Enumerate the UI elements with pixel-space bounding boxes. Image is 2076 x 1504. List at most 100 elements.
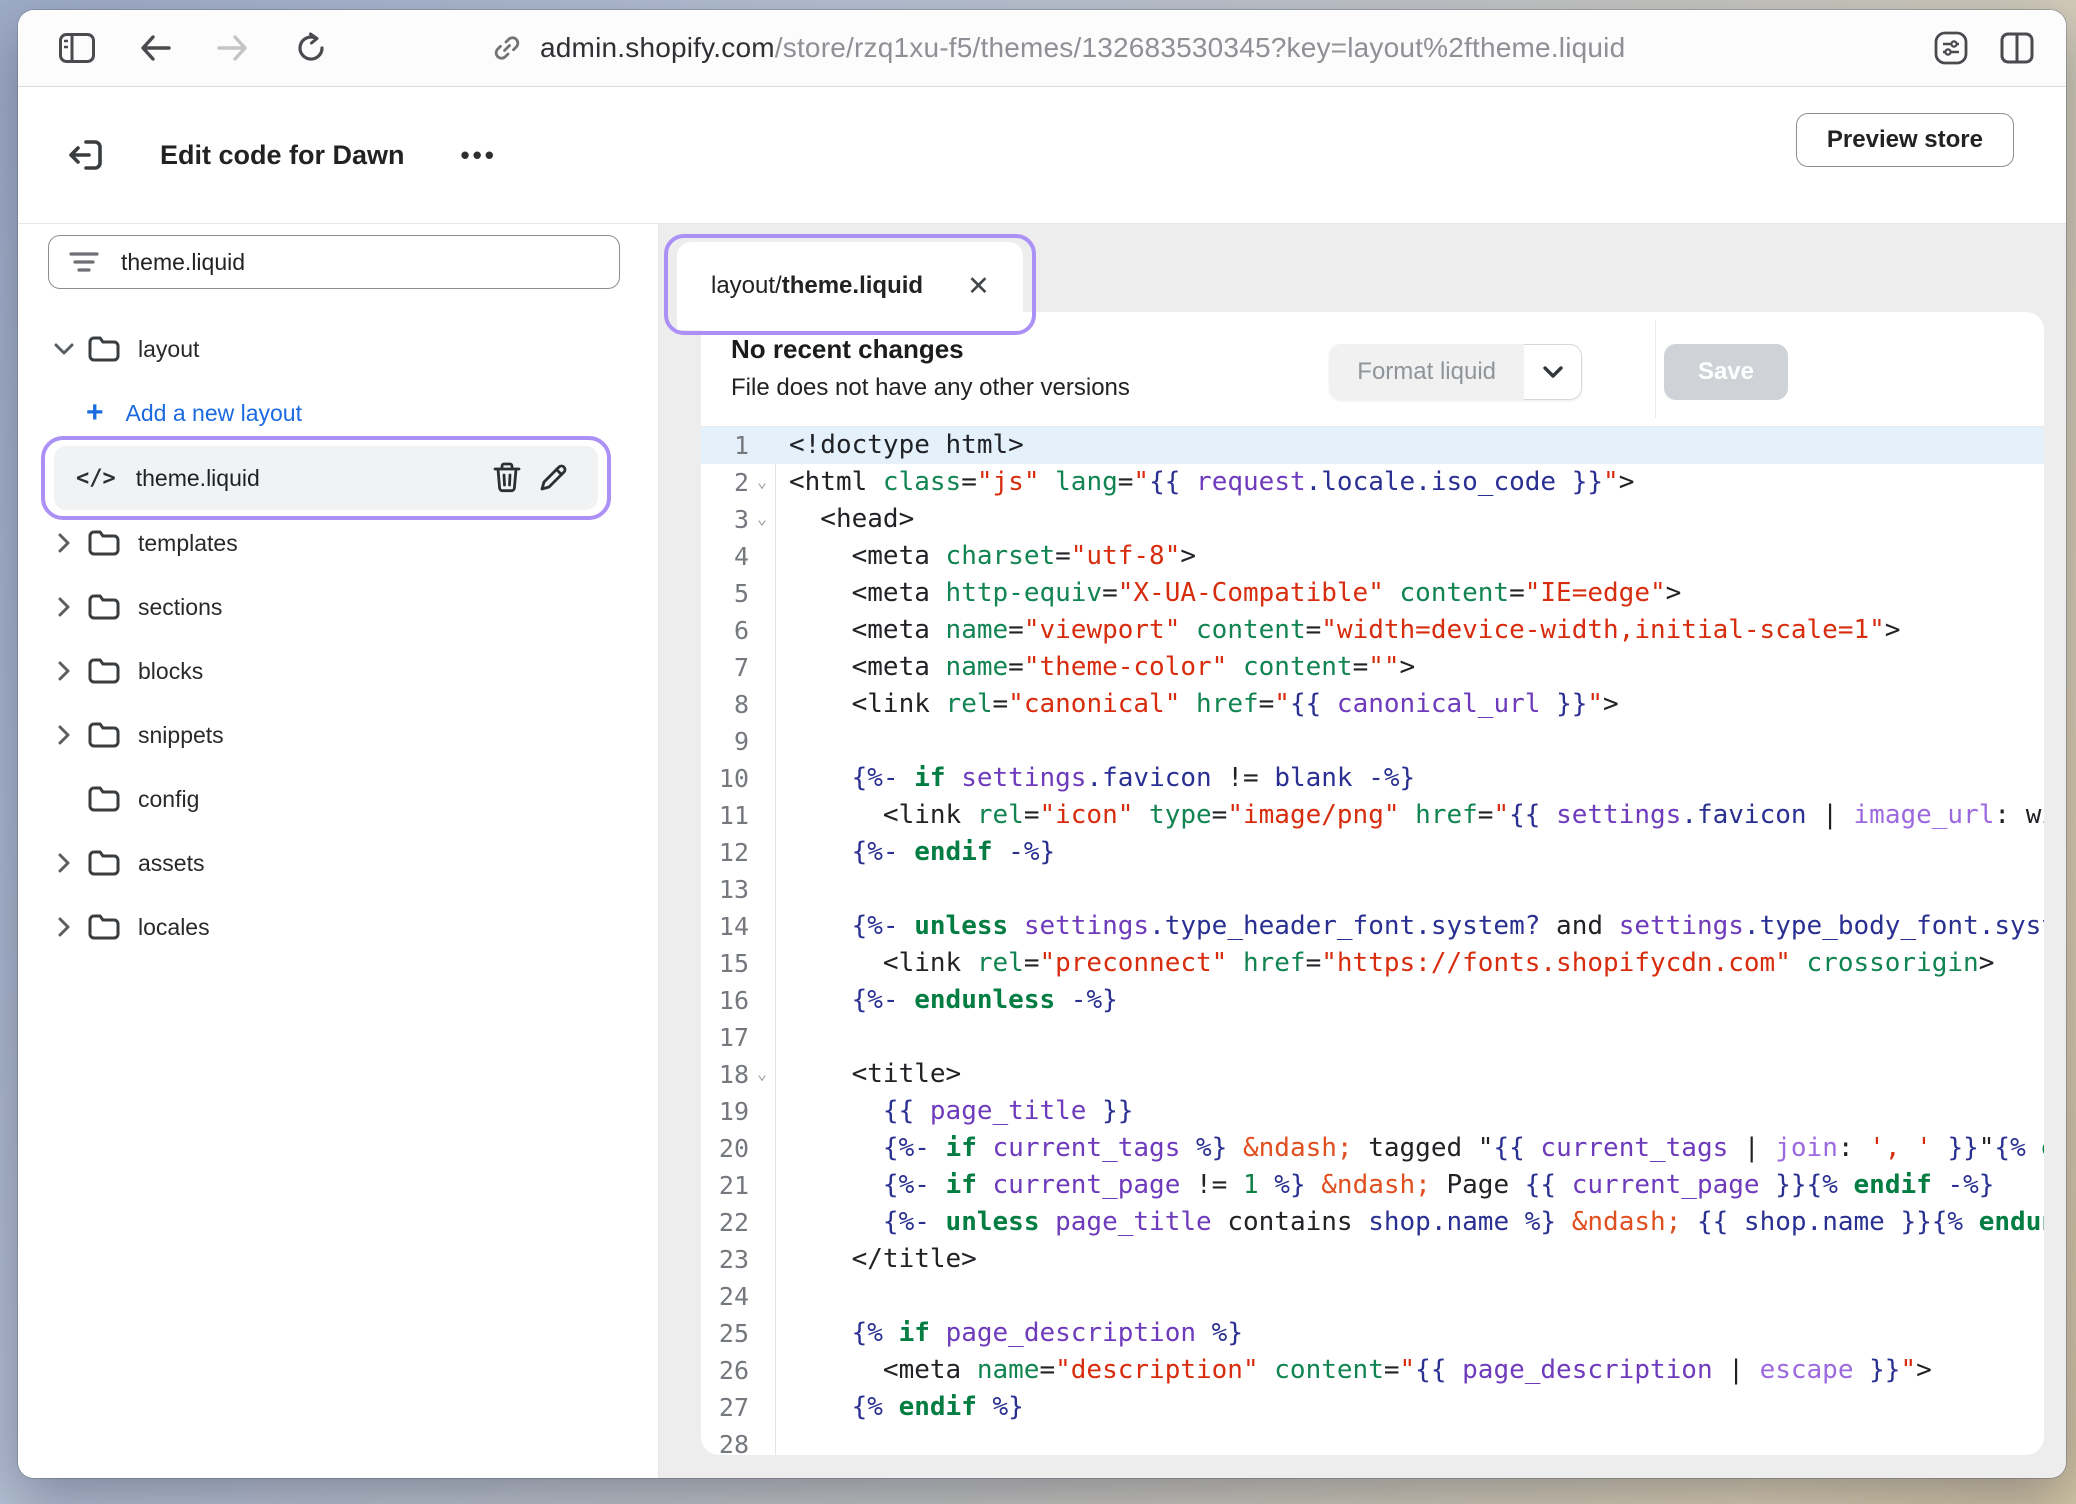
fold-chevron-icon[interactable]: ⌄: [749, 501, 775, 538]
plus-icon: +: [86, 398, 104, 428]
chevron-right-icon[interactable]: [46, 724, 82, 746]
rename-file-icon[interactable]: [530, 463, 576, 493]
code-line-16[interactable]: 16 {%- endunless -%}: [701, 982, 2044, 1019]
code-line-20[interactable]: 20 {%- if current_tags %} &ndash; tagged…: [701, 1130, 2044, 1167]
line-number: 13: [701, 871, 749, 908]
folder-icon: [82, 657, 126, 685]
line-number: 11: [701, 797, 749, 834]
page-title: Edit code for Dawn: [160, 140, 405, 171]
back-icon[interactable]: [136, 29, 174, 67]
code-text: <head>: [775, 501, 914, 538]
sidebar-item-locales[interactable]: locales: [46, 904, 630, 950]
code-line-23[interactable]: 23 </title>: [701, 1241, 2044, 1278]
code-text: {%- unless settings.type_header_font.sys…: [775, 908, 2044, 945]
preview-store-button[interactable]: Preview store: [1796, 113, 2014, 167]
fold-chevron-icon[interactable]: ⌄: [749, 464, 775, 501]
code-text: <meta charset="utf-8">: [775, 538, 1196, 575]
chevron-down-icon[interactable]: [46, 342, 82, 356]
status-title: No recent changes: [731, 334, 964, 365]
code-line-3[interactable]: 3⌄ <head>: [701, 501, 2044, 538]
fold-chevron-icon[interactable]: ⌄: [749, 1056, 775, 1093]
code-editor[interactable]: 1<!doctype html>2⌄<html class="js" lang=…: [701, 427, 2044, 1455]
code-text: <meta name="description" content="{{ pag…: [775, 1352, 1932, 1389]
link-icon: [488, 29, 526, 67]
format-liquid-button[interactable]: Format liquid: [1329, 344, 1524, 400]
code-line-25[interactable]: 25 {% if page_description %}: [701, 1315, 2044, 1352]
line-number: 20: [701, 1130, 749, 1167]
forward-icon[interactable]: [214, 29, 252, 67]
code-text: <title>: [775, 1056, 961, 1093]
code-line-24[interactable]: 24: [701, 1278, 2044, 1315]
code-line-9[interactable]: 9: [701, 723, 2044, 760]
sidebar-item-label: sections: [138, 594, 222, 621]
folder-icon: [82, 721, 126, 749]
line-number: 19: [701, 1093, 749, 1130]
code-text: <meta http-equiv="X-UA-Compatible" conte…: [775, 575, 1681, 612]
sidebar-item-label: templates: [138, 530, 238, 557]
code-line-27[interactable]: 27 {% endif %}: [701, 1389, 2044, 1426]
address-bar[interactable]: admin.shopify.com/store/rzq1xu-f5/themes…: [488, 10, 1625, 86]
code-line-1[interactable]: 1<!doctype html>: [701, 427, 2044, 464]
sidebar-item-config[interactable]: config: [46, 776, 630, 822]
split-view-icon[interactable]: [1998, 29, 2036, 67]
code-line-15[interactable]: 15 <link rel="preconnect" href="https://…: [701, 945, 2044, 982]
code-line-17[interactable]: 17: [701, 1019, 2044, 1056]
code-text: <meta name="theme-color" content="">: [775, 649, 1415, 686]
sidebar-item-label: locales: [138, 914, 210, 941]
code-line-18[interactable]: 18⌄ <title>: [701, 1056, 2044, 1093]
code-line-11[interactable]: 11 <link rel="icon" type="image/png" hre…: [701, 797, 2044, 834]
code-line-13[interactable]: 13: [701, 871, 2044, 908]
overflow-menu-button[interactable]: •••: [461, 140, 497, 171]
line-number: 10: [701, 760, 749, 797]
code-line-12[interactable]: 12 {%- endif -%}: [701, 834, 2044, 871]
code-text: {%- if current_tags %} &ndash; tagged "{…: [775, 1130, 2044, 1167]
line-number: 17: [701, 1019, 749, 1056]
sidebar-toggle-icon[interactable]: [58, 29, 96, 67]
chevron-right-icon[interactable]: [46, 596, 82, 618]
chevron-right-icon[interactable]: [46, 660, 82, 682]
line-number: 7: [701, 649, 749, 686]
code-line-5[interactable]: 5 <meta http-equiv="X-UA-Compatible" con…: [701, 575, 2044, 612]
code-line-19[interactable]: 19 {{ page_title }}: [701, 1093, 2044, 1130]
add-new-layout-link[interactable]: + Add a new layout: [46, 390, 630, 436]
file-tree: layout + Add a new layout </> theme.liqu…: [18, 289, 658, 950]
file-search-input[interactable]: theme.liquid: [48, 235, 620, 289]
chevron-right-icon[interactable]: [46, 852, 82, 874]
code-line-21[interactable]: 21 {%- if current_page != 1 %} &ndash; P…: [701, 1167, 2044, 1204]
save-button[interactable]: Save: [1664, 344, 1788, 400]
exit-editor-icon[interactable]: [62, 132, 108, 178]
sidebar-item-snippets[interactable]: snippets: [46, 712, 630, 758]
code-line-14[interactable]: 14 {%- unless settings.type_header_font.…: [701, 908, 2044, 945]
code-line-2[interactable]: 2⌄<html class="js" lang="{{ request.loca…: [701, 464, 2044, 501]
code-line-10[interactable]: 10 {%- if settings.favicon != blank -%}: [701, 760, 2044, 797]
code-line-7[interactable]: 7 <meta name="theme-color" content="">: [701, 649, 2044, 686]
delete-file-icon[interactable]: [484, 462, 530, 494]
code-line-26[interactable]: 26 <meta name="description" content="{{ …: [701, 1352, 2044, 1389]
line-number: 12: [701, 834, 749, 871]
sidebar-item-sections[interactable]: sections: [46, 584, 630, 630]
folder-icon: [82, 593, 126, 621]
format-dropdown-button[interactable]: [1524, 344, 1582, 400]
chevron-right-icon[interactable]: [46, 916, 82, 938]
code-line-4[interactable]: 4 <meta charset="utf-8">: [701, 538, 2044, 575]
sidebar-item-layout[interactable]: layout: [46, 326, 630, 372]
code-line-28[interactable]: 28: [701, 1426, 2044, 1455]
sidebar-item-assets[interactable]: assets: [46, 840, 630, 886]
sidebar-item-templates[interactable]: templates: [46, 520, 630, 566]
sidebar-item-blocks[interactable]: blocks: [46, 648, 630, 694]
page-settings-icon[interactable]: [1932, 29, 1970, 67]
code-text: <meta name="viewport" content="width=dev…: [775, 612, 1900, 649]
search-value: theme.liquid: [121, 249, 245, 276]
line-number: 25: [701, 1315, 749, 1352]
code-text: {{ page_title }}: [775, 1093, 1133, 1130]
sidebar-item-theme-liquid[interactable]: </> theme.liquid: [54, 446, 598, 510]
selected-file-highlight: </> theme.liquid: [41, 436, 611, 520]
code-line-8[interactable]: 8 <link rel="canonical" href="{{ canonic…: [701, 686, 2044, 723]
line-number: 3: [701, 501, 749, 538]
code-text: <link rel="canonical" href="{{ canonical…: [775, 686, 1619, 723]
code-line-22[interactable]: 22 {%- unless page_title contains shop.n…: [701, 1204, 2044, 1241]
reload-icon[interactable]: [292, 29, 330, 67]
line-number: 6: [701, 612, 749, 649]
code-line-6[interactable]: 6 <meta name="viewport" content="width=d…: [701, 612, 2044, 649]
chevron-right-icon[interactable]: [46, 532, 82, 554]
